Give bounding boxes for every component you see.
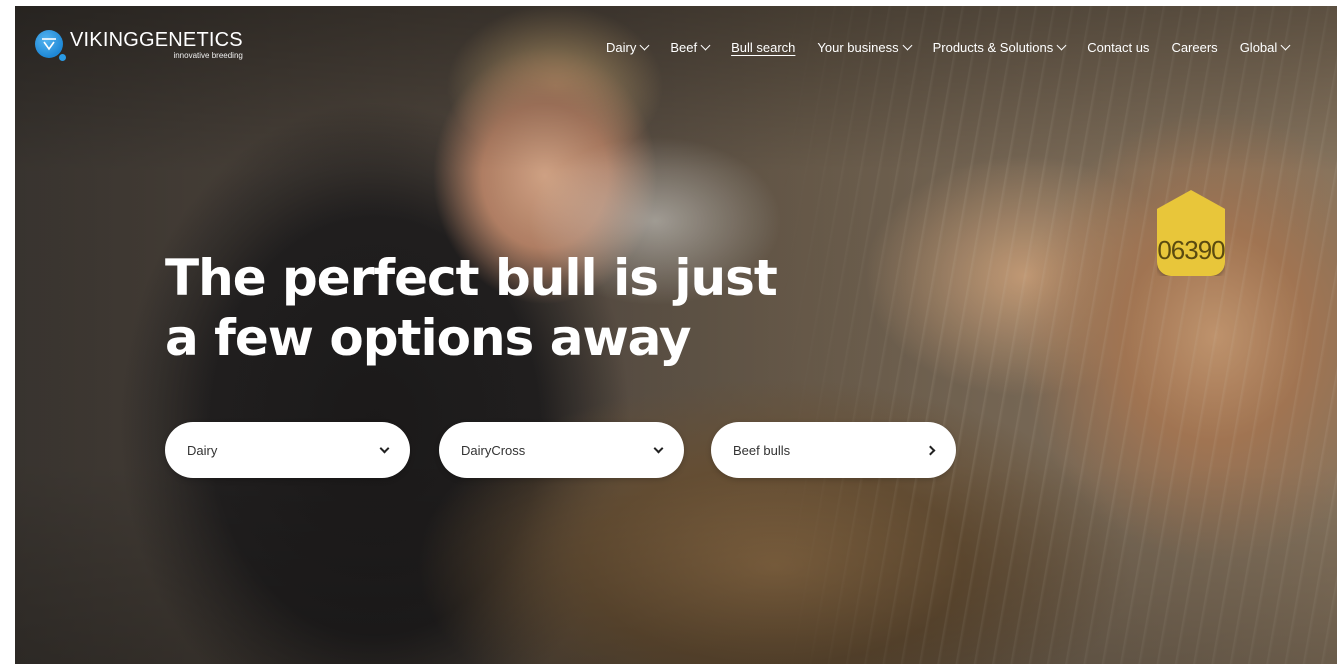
nav-item-bull-search[interactable]: Bull search xyxy=(731,40,795,55)
nav-item-products-solutions[interactable]: Products & Solutions xyxy=(932,40,1067,55)
site-header: VIKINGGENETICS innovative breeding Dairy… xyxy=(15,6,1337,86)
chevron-down-icon xyxy=(700,40,711,51)
nav-label: Contact us xyxy=(1087,40,1150,55)
nav-item-beef[interactable]: Beef xyxy=(670,40,711,55)
nav-label: Bull search xyxy=(731,40,796,55)
nav-item-careers[interactable]: Careers xyxy=(1171,40,1217,55)
nav-label: Beef xyxy=(670,40,698,55)
nav-label: Products & Solutions xyxy=(932,40,1054,55)
chevron-down-icon xyxy=(1280,40,1291,51)
select-label: Dairy xyxy=(187,442,218,458)
main-nav: Dairy Beef Bull search Your business Pro… xyxy=(606,40,1311,55)
chevron-down-icon xyxy=(653,443,664,453)
logo[interactable]: VIKINGGENETICS innovative breeding xyxy=(35,29,243,61)
hero-headline: The perfect bull is just a few options a… xyxy=(165,248,805,368)
dairycross-select[interactable]: DairyCross xyxy=(439,422,684,478)
select-label: Beef bulls xyxy=(733,442,791,458)
chevron-down-icon xyxy=(1056,40,1067,51)
nav-label: Your business xyxy=(817,40,899,55)
select-label: DairyCross xyxy=(461,442,526,458)
logo-title: VIKINGGENETICS xyxy=(70,29,243,51)
dairy-select[interactable]: Dairy xyxy=(165,422,410,478)
logo-icon xyxy=(35,30,66,61)
logo-dot xyxy=(59,54,66,61)
nav-label: Careers xyxy=(1171,40,1218,55)
nav-item-contact-us[interactable]: Contact us xyxy=(1087,40,1149,55)
beef-bulls-button[interactable]: Beef bulls xyxy=(711,422,956,478)
nav-label: Global xyxy=(1239,40,1278,55)
logo-tagline: innovative breeding xyxy=(173,51,243,60)
chevron-down-icon xyxy=(639,40,650,51)
chevron-right-icon xyxy=(925,445,936,455)
nav-item-your-business[interactable]: Your business xyxy=(817,40,913,55)
ear-tag-number: 06390 xyxy=(1157,235,1225,265)
chevron-down-icon xyxy=(902,40,913,51)
chevron-down-icon xyxy=(379,443,390,453)
nav-item-global[interactable]: Global xyxy=(1239,40,1291,55)
nav-label: Dairy xyxy=(606,40,637,55)
headline-line-2: a few options away xyxy=(165,309,691,367)
headline-line-1: The perfect bull is just xyxy=(165,249,778,307)
nav-item-dairy[interactable]: Dairy xyxy=(606,40,650,55)
